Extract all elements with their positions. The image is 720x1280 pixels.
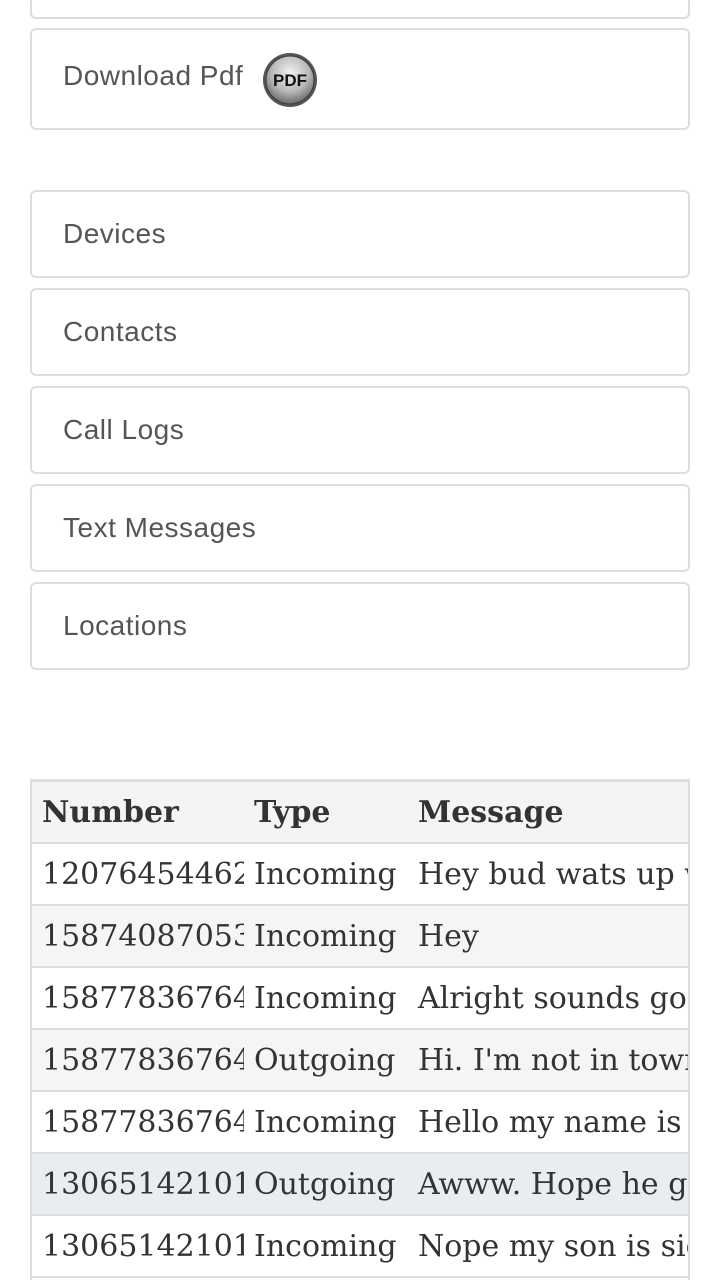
- cell-number: 15874087053: [32, 905, 244, 968]
- pdf-icon: PDF: [263, 53, 317, 107]
- svg-text:PDF: PDF: [273, 71, 307, 90]
- nav-item-locations[interactable]: Locations: [30, 582, 690, 670]
- cell-message: Hey bud wats up wa: [408, 843, 688, 906]
- column-header-number[interactable]: Number: [32, 782, 244, 844]
- cell-number: 15877836764: [32, 1091, 244, 1154]
- table-row[interactable]: 15877836764 Incoming Alright sounds good: [32, 967, 688, 1030]
- table-row[interactable]: 13065142101 Outgoing Awww. Hope he get: [32, 1153, 688, 1216]
- previous-card-edge: [30, 0, 690, 19]
- nav-item-text-messages[interactable]: Text Messages: [30, 484, 690, 572]
- cell-number: 13065142101: [32, 1215, 244, 1278]
- nav-item-contacts[interactable]: Contacts: [30, 288, 690, 376]
- nav-item-label: Call Logs: [63, 414, 185, 445]
- cell-type: Outgoing: [244, 1029, 408, 1092]
- cell-type: Incoming: [244, 1215, 408, 1278]
- nav-item-label: Locations: [63, 610, 188, 641]
- cell-message: Hi. I'm not in town: [408, 1029, 688, 1092]
- column-header-type[interactable]: Type: [244, 782, 408, 844]
- cell-type: Incoming: [244, 967, 408, 1030]
- cell-number: 13065142101: [32, 1153, 244, 1216]
- nav-item-label: Text Messages: [63, 512, 257, 543]
- table-row[interactable]: 12076454462 Incoming Hey bud wats up wa: [32, 843, 688, 906]
- messages-table-container[interactable]: Number Type Message 12076454462 Incoming…: [30, 779, 690, 1280]
- nav-item-call-logs[interactable]: Call Logs: [30, 386, 690, 474]
- messages-table: Number Type Message 12076454462 Incoming…: [32, 782, 688, 1278]
- table-row[interactable]: 15877836764 Outgoing Hi. I'm not in town: [32, 1029, 688, 1092]
- table-row[interactable]: 13065142101 Incoming Nope my son is sick: [32, 1215, 688, 1278]
- cell-number: 15877836764: [32, 1029, 244, 1092]
- table-header-row: Number Type Message: [32, 782, 688, 844]
- cell-message: Awww. Hope he get: [408, 1153, 688, 1216]
- download-pdf-button[interactable]: Download Pdf PDF: [30, 28, 690, 130]
- cell-message: Hello my name is C: [408, 1091, 688, 1154]
- nav-item-label: Contacts: [63, 316, 178, 347]
- cell-message: Nope my son is sick: [408, 1215, 688, 1278]
- column-header-message[interactable]: Message: [408, 782, 688, 844]
- cell-type: Incoming: [244, 905, 408, 968]
- download-pdf-label: Download Pdf: [63, 60, 244, 91]
- nav-item-devices[interactable]: Devices: [30, 190, 690, 278]
- table-row[interactable]: 15874087053 Incoming Hey: [32, 905, 688, 968]
- cell-message: Hey: [408, 905, 688, 968]
- cell-number: 12076454462: [32, 843, 244, 906]
- cell-type: Outgoing: [244, 1153, 408, 1216]
- cell-type: Incoming: [244, 843, 408, 906]
- nav-item-label: Devices: [63, 218, 167, 249]
- table-row[interactable]: 15877836764 Incoming Hello my name is C: [32, 1091, 688, 1154]
- cell-number: 15877836764: [32, 967, 244, 1030]
- cell-type: Incoming: [244, 1091, 408, 1154]
- cell-message: Alright sounds good: [408, 967, 688, 1030]
